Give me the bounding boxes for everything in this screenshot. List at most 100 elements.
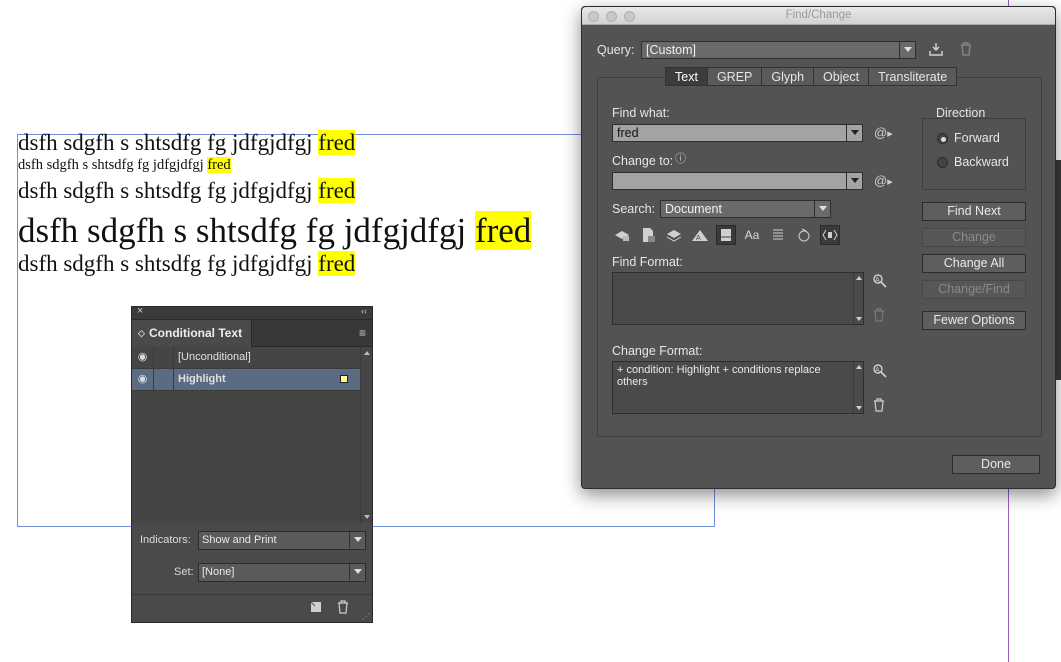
special-characters-icon[interactable]: @▸ xyxy=(874,125,893,140)
width-sensitive-icon[interactable] xyxy=(820,225,840,245)
chevron-down-icon[interactable] xyxy=(846,125,862,141)
dialog-titlebar[interactable]: Find/Change xyxy=(582,7,1055,25)
master-page-icon[interactable]: A xyxy=(690,225,710,245)
find-format-label: Find Format: xyxy=(612,255,683,269)
hidden-layer-icon[interactable] xyxy=(664,225,684,245)
list-item[interactable]: ◉ [Unconditional] xyxy=(132,347,360,369)
condition-name: Highlight xyxy=(178,373,226,385)
scroll-down-icon[interactable] xyxy=(364,515,370,519)
scroll-up-icon[interactable] xyxy=(364,351,370,355)
search-scope-value: Document xyxy=(665,202,722,216)
row-spacer xyxy=(154,347,174,368)
backward-radio[interactable] xyxy=(937,157,948,168)
special-characters-icon[interactable]: @▸ xyxy=(874,173,893,188)
done-button[interactable]: Done xyxy=(952,455,1040,474)
text-line[interactable]: dsfh sdgfh s shtsdfg fg jdfgjdfgj fred xyxy=(18,251,356,277)
tab-glyph[interactable]: Glyph xyxy=(762,68,815,85)
set-label: Set: xyxy=(174,566,194,578)
tab-object[interactable]: Object xyxy=(814,68,870,85)
search-scope-dropdown[interactable]: Document xyxy=(660,200,831,218)
backward-label[interactable]: Backward xyxy=(954,155,1009,169)
case-sensitive-icon[interactable]: Aa xyxy=(742,225,762,245)
find-what-input[interactable]: fred xyxy=(612,124,863,142)
find-format-scrollbar[interactable] xyxy=(853,273,863,324)
indicators-label: Indicators: xyxy=(140,534,191,546)
save-query-icon[interactable] xyxy=(928,41,944,60)
set-dropdown[interactable]: [None] xyxy=(198,563,366,582)
list-item[interactable]: ◉ Highlight xyxy=(132,369,360,391)
resize-grip-icon[interactable]: ⋰ xyxy=(362,612,370,621)
svg-text:A: A xyxy=(696,235,701,242)
specify-find-format-icon[interactable]: A xyxy=(872,273,888,292)
footnote-icon[interactable] xyxy=(716,225,736,245)
change-button[interactable]: Change xyxy=(922,228,1026,247)
fewer-options-button[interactable]: Fewer Options xyxy=(922,311,1026,330)
lock-story-icon[interactable] xyxy=(638,225,658,245)
svg-text:A: A xyxy=(875,367,880,374)
close-icon[interactable]: × xyxy=(137,305,143,317)
find-next-button[interactable]: Find Next xyxy=(922,202,1026,221)
collapse-panel-icon[interactable]: ‹‹ xyxy=(361,306,367,316)
tab-conditional-text[interactable]: ◇ Conditional Text xyxy=(132,320,252,347)
delete-query-icon[interactable] xyxy=(959,41,973,60)
chevron-down-icon[interactable] xyxy=(846,173,862,189)
change-format-scrollbar[interactable] xyxy=(853,362,863,413)
highlighted-word[interactable]: fred xyxy=(318,130,356,155)
panel-menu-icon[interactable]: ≡ xyxy=(359,326,366,340)
change-all-button[interactable]: Change All xyxy=(922,254,1026,273)
chevron-down-icon xyxy=(349,564,365,580)
condition-list: ◉ [Unconditional] ◉ Highlight xyxy=(132,347,372,523)
text-line[interactable]: dsfh sdgfh s shtsdfg fg jdfgjdfgj fred xyxy=(18,157,231,174)
clear-find-format-icon[interactable] xyxy=(873,308,885,325)
search-option-icons: A Aa xyxy=(612,225,840,245)
query-dropdown[interactable]: [Custom] xyxy=(641,41,916,59)
visibility-eye-icon[interactable]: ◉ xyxy=(132,369,154,390)
change-find-button[interactable]: Change/Find xyxy=(922,280,1026,299)
specify-change-format-icon[interactable]: A xyxy=(872,363,888,382)
change-to-input[interactable] xyxy=(612,172,863,190)
svg-text:A: A xyxy=(875,277,880,284)
highlighted-word[interactable]: fred xyxy=(318,178,356,203)
new-condition-icon[interactable] xyxy=(310,601,322,616)
indicators-dropdown[interactable]: Show and Print xyxy=(198,531,366,550)
forward-radio[interactable] xyxy=(937,133,948,144)
highlighted-word[interactable]: fred xyxy=(474,211,532,250)
tab-grep[interactable]: GREP xyxy=(708,68,763,85)
chevron-down-icon xyxy=(814,201,830,217)
condition-list-scrollbar[interactable] xyxy=(360,347,372,523)
tab-transliterate[interactable]: Transliterate xyxy=(869,68,956,85)
indicators-value: Show and Print xyxy=(202,534,277,546)
direction-group xyxy=(922,118,1026,190)
find-change-dialog: Find/Change Query: [Custom] Text GREP Gl… xyxy=(581,6,1056,489)
condition-color-swatch xyxy=(340,375,348,383)
panel-header-strip[interactable]: × ‹‹ xyxy=(132,305,372,320)
change-format-value: + condition: Highlight + conditions repl… xyxy=(617,364,821,388)
lock-layer-icon[interactable] xyxy=(612,225,632,245)
find-what-label: Find what: xyxy=(612,106,670,120)
highlighted-word[interactable]: fred xyxy=(207,157,231,173)
panel-tab-row: ◇ Conditional Text ≡ xyxy=(132,320,372,347)
chevron-down-icon xyxy=(899,42,915,58)
info-icon[interactable]: ⓘ xyxy=(675,150,686,166)
condition-name: [Unconditional] xyxy=(178,351,251,363)
query-label: Query: xyxy=(597,43,635,57)
panel-footer: ⋰ xyxy=(132,594,372,622)
set-value: [None] xyxy=(202,566,235,578)
text-line[interactable]: dsfh sdgfh s shtsdfg fg jdfgjdfgj fred xyxy=(18,178,356,204)
find-format-box[interactable] xyxy=(612,272,864,325)
kana-sensitive-icon[interactable] xyxy=(794,225,814,245)
text-line[interactable]: dsfh sdgfh s shtsdfg fg jdfgjdfgj fred xyxy=(18,211,532,251)
forward-label[interactable]: Forward xyxy=(954,131,1000,145)
change-format-box[interactable]: + condition: Highlight + conditions repl… xyxy=(612,361,864,414)
clear-change-format-icon[interactable] xyxy=(873,398,885,415)
conditional-text-panel: × ‹‹ ◇ Conditional Text ≡ ◉ [Uncondition… xyxy=(131,305,373,623)
tab-text[interactable]: Text xyxy=(666,68,708,85)
whole-word-icon[interactable] xyxy=(768,225,788,245)
visibility-eye-icon[interactable]: ◉ xyxy=(132,347,154,368)
change-to-label: Change to: xyxy=(612,154,674,168)
find-what-value: fred xyxy=(617,126,639,140)
text-line[interactable]: dsfh sdgfh s shtsdfg fg jdfgjdfgj fred xyxy=(18,130,356,156)
delete-condition-icon[interactable] xyxy=(337,600,349,617)
highlighted-word[interactable]: fred xyxy=(318,251,356,276)
dialog-title: Find/Change xyxy=(785,9,852,21)
